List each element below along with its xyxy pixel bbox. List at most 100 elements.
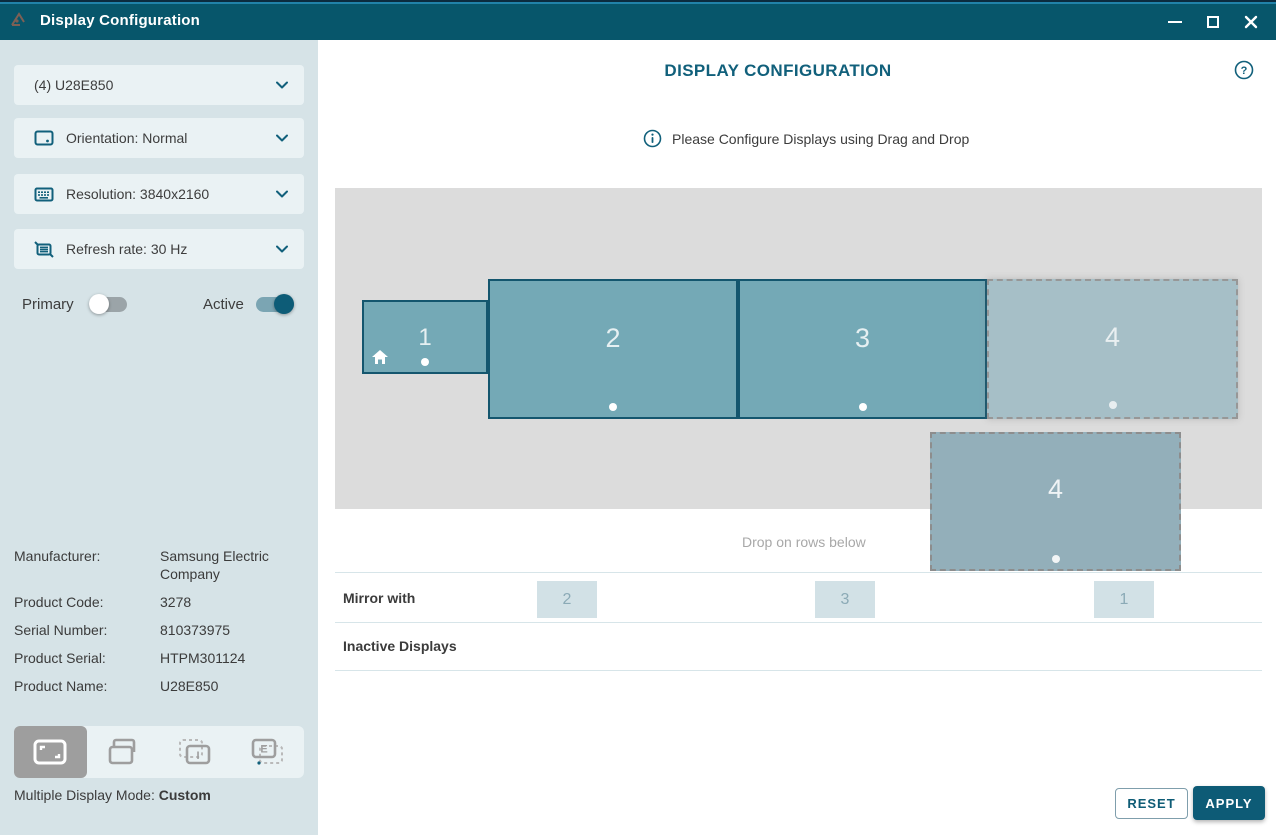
display-4-placeholder-dot [1109,401,1117,409]
multiple-display-mode-bar: I E [14,726,304,778]
mirror-target-display-3[interactable]: 3 [815,581,875,618]
serial-number-value: 810373975 [160,621,306,639]
drop-hint-text: Drop on rows below [742,534,866,550]
multiple-display-mode-caption: Multiple Display Mode: Custom [14,787,211,803]
close-button[interactable] [1232,6,1270,38]
mode-custom-button[interactable] [14,726,87,778]
display-1-number: 1 [364,324,486,352]
orientation-icon [34,130,54,146]
product-code-value: 3278 [160,593,306,611]
help-button[interactable]: ? [1234,60,1254,80]
serial-number-label: Serial Number: [14,621,160,639]
svg-text:?: ? [1241,65,1248,77]
chevron-down-icon [276,190,288,198]
mode-caption-label: Multiple Display Mode: [14,787,159,803]
divider [335,670,1262,671]
refresh-rate-dropdown[interactable]: Refresh rate: 30 Hz [14,229,304,269]
display-arrangement-canvas[interactable]: 1 2 3 4 4 [335,188,1262,509]
mode-caption-value: Custom [159,787,211,803]
close-icon [1244,15,1258,29]
display-4-drop-placeholder[interactable]: 4 [987,279,1238,419]
mirror-chip-label: 2 [563,591,572,609]
resolution-label: Resolution: 3840x2160 [66,186,209,202]
display-4-handle-dot [1052,555,1060,563]
active-toggle-label: Active [203,296,244,313]
display-1[interactable]: 1 [362,300,488,374]
divider [335,572,1262,573]
mirror-target-display-1[interactable]: 1 [1094,581,1154,618]
detail-row-product-serial: Product Serial: HTPM301124 [14,649,306,667]
display-4-number: 4 [932,474,1179,505]
display-selector-label: (4) U28E850 [34,77,113,93]
minimize-icon [1168,21,1182,23]
display-3-number: 3 [740,323,985,354]
svg-text:E: E [260,744,267,756]
refresh-rate-label: Refresh rate: 30 Hz [66,241,187,257]
help-icon: ? [1234,60,1254,80]
page-title: DISPLAY CONFIGURATION [318,61,1238,81]
resolution-icon [34,187,54,202]
manufacturer-value: Samsung Electric Company [160,547,306,583]
display-1-handle-dot [421,358,429,366]
display-3-handle-dot [859,403,867,411]
info-row: Please Configure Displays using Drag and… [643,129,969,148]
apply-button[interactable]: APPLY [1193,786,1265,820]
svg-text:I: I [197,750,200,762]
refresh-rate-icon [34,241,54,258]
chevron-down-icon [276,245,288,253]
mirror-chip-label: 1 [1120,591,1129,609]
clone-mode-icon [107,738,139,766]
chevron-down-icon [276,81,288,89]
product-name-label: Product Name: [14,677,160,695]
detail-row-manufacturer: Manufacturer: Samsung Electric Company [14,547,306,583]
orientation-label: Orientation: Normal [66,130,187,146]
orientation-dropdown[interactable]: Orientation: Normal [14,118,304,158]
maximize-icon [1207,16,1219,28]
mode-external-button[interactable]: E [232,726,305,778]
app-logo-icon [8,10,28,30]
window-controls [1156,4,1270,40]
display-selector-dropdown[interactable]: (4) U28E850 [14,65,304,105]
active-toggle-knob [274,294,294,314]
primary-toggle-label: Primary [22,296,74,313]
detail-row-product-code: Product Code: 3278 [14,593,306,611]
active-toggle[interactable] [256,294,294,314]
custom-mode-icon [33,739,67,765]
divider [335,622,1262,623]
maximize-button[interactable] [1194,6,1232,38]
display-4-placeholder-number: 4 [989,322,1236,353]
product-code-label: Product Code: [14,593,160,611]
mode-clone-button[interactable] [87,726,160,778]
display-2-number: 2 [490,323,736,354]
mirror-chip-label: 3 [841,591,850,609]
detail-row-product-name: Product Name: U28E850 [14,677,306,695]
window-title: Display Configuration [40,12,200,29]
display-configuration-window: Display Configuration (4) U28E850 [0,0,1276,835]
product-serial-value: HTPM301124 [160,649,306,667]
display-3[interactable]: 3 [738,279,987,419]
info-icon [643,129,662,148]
external-mode-icon: E [251,738,285,766]
sidebar: (4) U28E850 Orientation: Normal [0,40,318,835]
product-name-value: U28E850 [160,677,306,695]
internal-mode-icon: I [178,738,212,766]
display-2-handle-dot [609,403,617,411]
main-panel: DISPLAY CONFIGURATION ? Please Configure… [318,40,1276,835]
display-4-dragged[interactable]: 4 [930,432,1181,571]
resolution-dropdown[interactable]: Resolution: 3840x2160 [14,174,304,214]
minimize-button[interactable] [1156,6,1194,38]
mirror-target-display-2[interactable]: 2 [537,581,597,618]
display-details: Manufacturer: Samsung Electric Company P… [14,547,306,705]
reset-button[interactable]: RESET [1115,788,1188,819]
title-bar: Display Configuration [0,0,1276,40]
display-2[interactable]: 2 [488,279,738,419]
info-text: Please Configure Displays using Drag and… [672,131,969,147]
home-icon [372,350,388,364]
product-serial-label: Product Serial: [14,649,160,667]
inactive-displays-label: Inactive Displays [343,638,457,654]
manufacturer-label: Manufacturer: [14,547,160,583]
mode-internal-button[interactable]: I [159,726,232,778]
mirror-with-label: Mirror with [343,590,415,606]
primary-toggle[interactable] [89,294,127,314]
chevron-down-icon [276,134,288,142]
